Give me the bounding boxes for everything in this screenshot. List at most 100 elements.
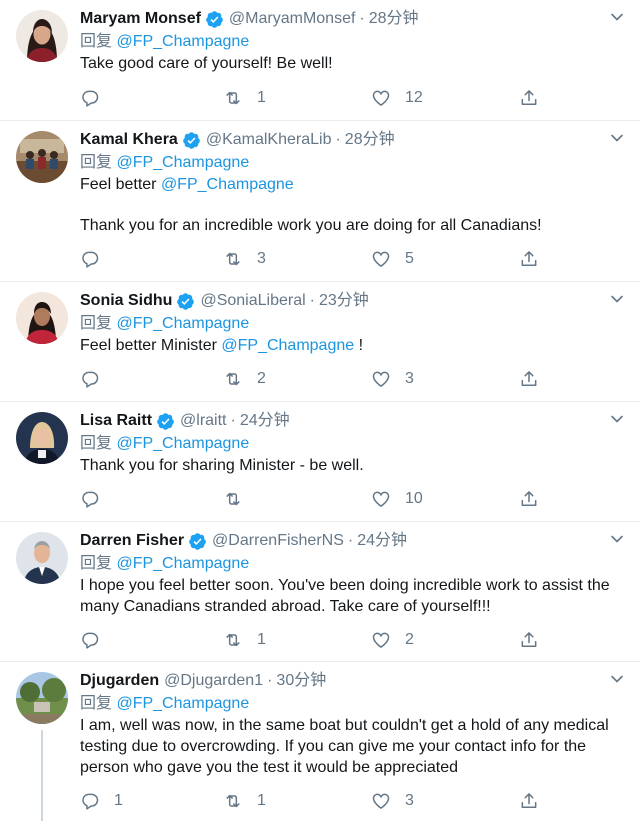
author-handle[interactable]: @MaryamMonsef (229, 8, 356, 30)
author-name[interactable]: Maryam Monsef (80, 8, 201, 30)
timestamp[interactable]: 23分钟 (319, 290, 369, 312)
like-button[interactable]: 3 (371, 790, 414, 812)
chevron-down-icon[interactable] (610, 12, 624, 22)
reply-to-link[interactable]: @FP_Champagne (116, 315, 249, 332)
tweet[interactable]: Djugarden @Djugarden1 · 30分钟 回复 @FP_Cham… (0, 662, 640, 821)
mention-link[interactable]: @FP_Champagne (221, 337, 354, 354)
reply-to-link[interactable]: @FP_Champagne (116, 695, 249, 712)
author-name[interactable]: Darren Fisher (80, 530, 184, 552)
retweet-button[interactable]: 1 (223, 790, 266, 812)
author-handle[interactable]: @lraitt (180, 410, 226, 432)
timestamp[interactable]: 30分钟 (276, 670, 326, 692)
chevron-down-icon[interactable] (610, 414, 624, 424)
retweet-button[interactable]: 2 (223, 368, 266, 390)
verified-icon (205, 10, 224, 29)
retweet-count: 1 (257, 792, 266, 809)
like-button[interactable]: 5 (371, 248, 414, 270)
reply-icon (80, 630, 100, 650)
chevron-down-icon[interactable] (610, 674, 624, 684)
reply-button[interactable] (80, 488, 114, 510)
author-handle[interactable]: @Djugarden1 (164, 670, 263, 692)
avatar[interactable] (16, 532, 68, 584)
avatar[interactable] (16, 292, 68, 344)
tweet[interactable]: Maryam Monsef @MaryamMonsef · 28分钟 回复 @F… (0, 0, 640, 121)
share-button[interactable] (519, 790, 539, 812)
reply-button[interactable]: 1 (80, 790, 123, 812)
separator-dot: · (309, 292, 315, 309)
timestamp[interactable]: 24分钟 (240, 410, 290, 432)
reply-button[interactable] (80, 629, 114, 651)
action-bar: 1 2 (80, 629, 624, 651)
timestamp[interactable]: 24分钟 (357, 530, 407, 552)
share-button[interactable] (519, 629, 539, 651)
reply-prefix: 回复 (80, 435, 113, 452)
avatar[interactable] (16, 412, 68, 464)
author-name[interactable]: Kamal Khera (80, 129, 178, 151)
share-button[interactable] (519, 368, 539, 390)
mention-link[interactable]: @FP_Champagne (161, 176, 294, 193)
chevron-down-icon[interactable] (610, 133, 624, 143)
reply-context: 回复 @FP_Champagne (80, 313, 624, 335)
reply-to-link[interactable]: @FP_Champagne (116, 33, 249, 50)
reply-prefix: 回复 (80, 154, 113, 171)
tweet[interactable]: Kamal Khera @KamalKheraLib · 28分钟 回复 @FP… (0, 121, 640, 282)
author-handle[interactable]: @KamalKheraLib (206, 129, 332, 151)
like-button[interactable]: 10 (371, 488, 423, 510)
share-icon (519, 791, 539, 811)
tweet-text: I am, well was now, in the same boat but… (80, 715, 624, 778)
retweet-button[interactable]: 1 (223, 87, 266, 109)
share-icon (519, 88, 539, 108)
timestamp[interactable]: 28分钟 (345, 129, 395, 151)
chevron-down-icon[interactable] (610, 534, 624, 544)
reply-button[interactable] (80, 87, 114, 109)
share-button[interactable] (519, 248, 539, 270)
chevron-down-icon[interactable] (610, 294, 624, 304)
avatar[interactable] (16, 131, 68, 183)
tweet[interactable]: Sonia Sidhu @SoniaLiberal · 23分钟 回复 @FP_… (0, 282, 640, 402)
share-button[interactable] (519, 87, 539, 109)
reply-to-link[interactable]: @FP_Champagne (116, 435, 249, 452)
share-icon (519, 489, 539, 509)
reply-icon (80, 369, 100, 389)
author-name[interactable]: Sonia Sidhu (80, 290, 172, 312)
tweet-text-body: Feel better Minister (80, 337, 222, 354)
tweet-text-tail: ! (354, 337, 364, 354)
avatar[interactable] (16, 672, 68, 724)
like-button[interactable]: 2 (371, 629, 414, 651)
action-bar: 1 1 3 (80, 790, 624, 812)
author-name[interactable]: Djugarden (80, 670, 159, 692)
heart-icon (371, 249, 391, 269)
author-name[interactable]: Lisa Raitt (80, 410, 152, 432)
reply-to-link[interactable]: @FP_Champagne (116, 555, 249, 572)
like-button[interactable]: 12 (371, 87, 423, 109)
tweet[interactable]: Lisa Raitt @lraitt · 24分钟 回复 @FP_Champag… (0, 402, 640, 522)
separator-dot: · (267, 672, 273, 689)
share-button[interactable] (519, 488, 539, 510)
action-bar: 2 3 (80, 368, 624, 390)
action-bar: 3 5 (80, 248, 624, 270)
tweet[interactable]: Darren Fisher @DarrenFisherNS · 24分钟 回复 … (0, 522, 640, 662)
share-icon (519, 630, 539, 650)
author-handle[interactable]: @SoniaLiberal (200, 290, 305, 312)
retweet-button[interactable]: 3 (223, 248, 266, 270)
like-button[interactable]: 3 (371, 368, 414, 390)
retweet-count: 2 (257, 370, 266, 387)
reply-context: 回复 @FP_Champagne (80, 693, 624, 715)
reply-icon (80, 249, 100, 269)
tweet-text: Thank you for sharing Minister - be well… (80, 455, 624, 476)
reply-button[interactable] (80, 368, 114, 390)
tweet-text: I hope you feel better soon. You've been… (80, 575, 624, 617)
reply-to-link[interactable]: @FP_Champagne (116, 154, 249, 171)
reply-context: 回复 @FP_Champagne (80, 433, 624, 455)
separator-dot: · (359, 10, 365, 27)
retweet-button[interactable]: 1 (223, 629, 266, 651)
tweet-text-body: Feel better (80, 176, 161, 193)
avatar[interactable] (16, 10, 68, 62)
timestamp[interactable]: 28分钟 (369, 8, 419, 30)
like-count: 12 (405, 89, 423, 106)
heart-icon (371, 369, 391, 389)
author-handle[interactable]: @DarrenFisherNS (212, 530, 344, 552)
retweet-button[interactable] (223, 488, 257, 510)
reply-button[interactable] (80, 248, 114, 270)
retweet-count: 1 (257, 631, 266, 648)
